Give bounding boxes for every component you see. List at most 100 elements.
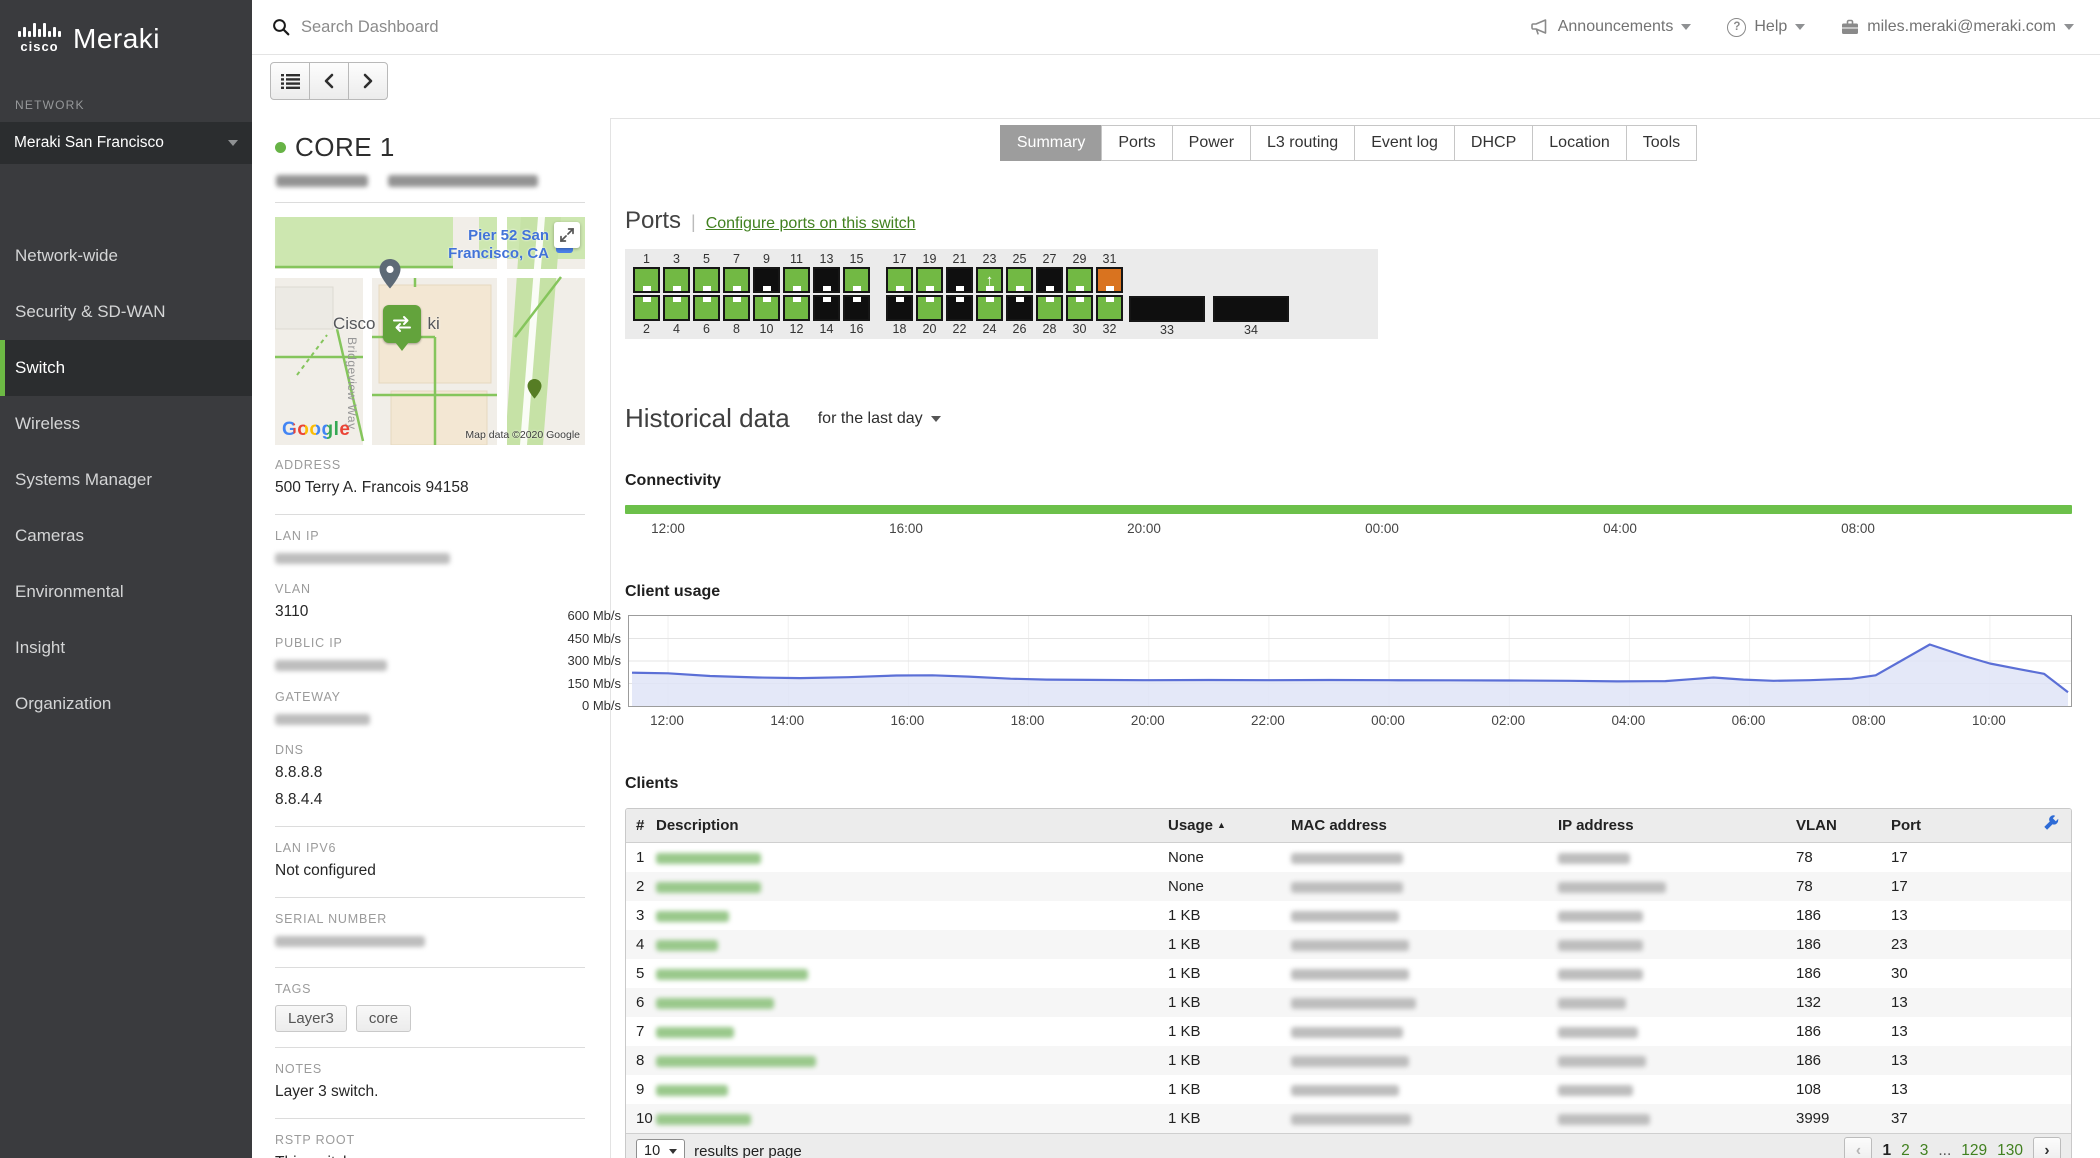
mac-redacted (1291, 969, 1409, 980)
search-input[interactable]: Search Dashboard (272, 18, 1531, 37)
device-list-button[interactable] (270, 62, 310, 100)
tab-dhcp[interactable]: DHCP (1454, 125, 1533, 161)
sidebar-item-wireless[interactable]: Wireless (0, 396, 252, 452)
location-map[interactable]: Pier 52 SanFrancisco, CA Cisco ki (275, 217, 585, 445)
client-description-link-redacted[interactable] (656, 1114, 751, 1125)
previous-device-button[interactable] (309, 62, 349, 100)
client-description-link-redacted[interactable] (656, 940, 718, 951)
port-24[interactable] (976, 295, 1003, 321)
tab-ports[interactable]: Ports (1101, 125, 1172, 161)
sidebar-item-environmental[interactable]: Environmental (0, 564, 252, 620)
port-4[interactable] (663, 295, 690, 321)
cisco-meraki-logo[interactable]: cisco Meraki (0, 0, 252, 54)
sidebar-item-security-sd-wan[interactable]: Security & SD-WAN (0, 284, 252, 340)
port-25[interactable] (1006, 267, 1033, 293)
sidebar-item-cameras[interactable]: Cameras (0, 508, 252, 564)
port-13[interactable] (813, 267, 840, 293)
divider (275, 897, 585, 898)
port-23[interactable]: ↑ (976, 267, 1003, 293)
sidebar-item-systems-manager[interactable]: Systems Manager (0, 452, 252, 508)
sidebar-item-switch[interactable]: Switch (0, 340, 252, 396)
network-selector[interactable]: Meraki San Francisco (0, 122, 252, 164)
port-2[interactable] (633, 295, 660, 321)
results-per-page-select[interactable]: 10 (636, 1139, 685, 1158)
column-header-port[interactable]: Port (1891, 809, 2011, 843)
port-14[interactable] (813, 295, 840, 321)
ip-redacted (1558, 1027, 1638, 1038)
tab-tools[interactable]: Tools (1626, 125, 1697, 161)
client-description-link-redacted[interactable] (656, 911, 729, 922)
next-device-button[interactable] (348, 62, 388, 100)
port-11[interactable] (783, 267, 810, 293)
pagination-prev-button[interactable]: ‹ (1844, 1137, 1872, 1158)
port-16[interactable] (843, 295, 870, 321)
port-12[interactable] (783, 295, 810, 321)
port-29[interactable] (1066, 267, 1093, 293)
divider: | (691, 212, 696, 233)
column-header-vlan[interactable]: VLAN (1796, 809, 1891, 843)
tag-core[interactable]: core (356, 1005, 411, 1032)
port-31[interactable] (1096, 267, 1123, 293)
time-range-dropdown[interactable]: for the last day (818, 410, 941, 428)
client-description-link-redacted[interactable] (656, 853, 761, 864)
pagination-page-130[interactable]: 130 (1997, 1142, 2023, 1158)
sidebar-item-network-wide[interactable]: Network-wide (0, 228, 252, 284)
sidebar-item-organization[interactable]: Organization (0, 676, 252, 732)
port-30[interactable] (1066, 295, 1093, 321)
device-location-marker[interactable] (383, 305, 421, 343)
column-header-usage[interactable]: Usage▲ (1168, 809, 1291, 843)
x-axis-tick: 02:00 (1491, 713, 1525, 728)
google-logo[interactable]: Google (282, 419, 350, 441)
client-ip (1558, 872, 1796, 901)
port-22[interactable] (946, 295, 973, 321)
port-10[interactable] (753, 295, 780, 321)
client-description-link-redacted[interactable] (656, 1085, 728, 1096)
client-description-link-redacted[interactable] (656, 1027, 734, 1038)
port-5[interactable] (693, 267, 720, 293)
column-header-num[interactable]: # (626, 809, 656, 843)
column-header-ip-address[interactable]: IP address (1558, 809, 1796, 843)
pagination-page-129[interactable]: 129 (1961, 1142, 1987, 1158)
column-header-description[interactable]: Description (656, 809, 1168, 843)
port-26[interactable] (1006, 295, 1033, 321)
port-19[interactable] (916, 267, 943, 293)
port-6[interactable] (693, 295, 720, 321)
port-9[interactable] (753, 267, 780, 293)
client-description-link-redacted[interactable] (656, 882, 761, 893)
table-settings-button[interactable] (2011, 809, 2072, 843)
port-17[interactable] (886, 267, 913, 293)
client-description-link-redacted[interactable] (656, 1056, 816, 1067)
tab-location[interactable]: Location (1532, 125, 1627, 161)
sidebar-item-insight[interactable]: Insight (0, 620, 252, 676)
map-expand-button[interactable] (554, 222, 580, 248)
tab-power[interactable]: Power (1172, 125, 1251, 161)
port-33[interactable] (1129, 296, 1205, 322)
port-18[interactable] (886, 295, 913, 321)
port-1[interactable] (633, 267, 660, 293)
port-8[interactable] (723, 295, 750, 321)
tab-l3-routing[interactable]: L3 routing (1250, 125, 1355, 161)
client-description-link-redacted[interactable] (656, 969, 808, 980)
port-32[interactable] (1096, 295, 1123, 321)
port-27[interactable] (1036, 267, 1063, 293)
port-28[interactable] (1036, 295, 1063, 321)
port-15[interactable] (843, 267, 870, 293)
client-description-link-redacted[interactable] (656, 998, 774, 1009)
configure-ports-link[interactable]: Configure ports on this switch (706, 215, 916, 233)
help-menu[interactable]: ? Help (1727, 18, 1805, 37)
announcements-menu[interactable]: Announcements (1531, 18, 1692, 36)
pagination-page-1[interactable]: 1 (1882, 1142, 1891, 1158)
port-21[interactable] (946, 267, 973, 293)
pagination-page-3[interactable]: 3 (1920, 1142, 1929, 1158)
account-menu[interactable]: miles.meraki@meraki.com (1841, 18, 2074, 36)
column-header-mac-address[interactable]: MAC address (1291, 809, 1558, 843)
tab-summary[interactable]: Summary (1000, 125, 1102, 161)
pagination-next-button[interactable]: › (2033, 1137, 2061, 1158)
port-34[interactable] (1213, 296, 1289, 322)
port-3[interactable] (663, 267, 690, 293)
port-7[interactable] (723, 267, 750, 293)
pagination-page-2[interactable]: 2 (1901, 1142, 1910, 1158)
port-20[interactable] (916, 295, 943, 321)
tag-layer3[interactable]: Layer3 (275, 1005, 347, 1032)
tab-event-log[interactable]: Event log (1354, 125, 1455, 161)
